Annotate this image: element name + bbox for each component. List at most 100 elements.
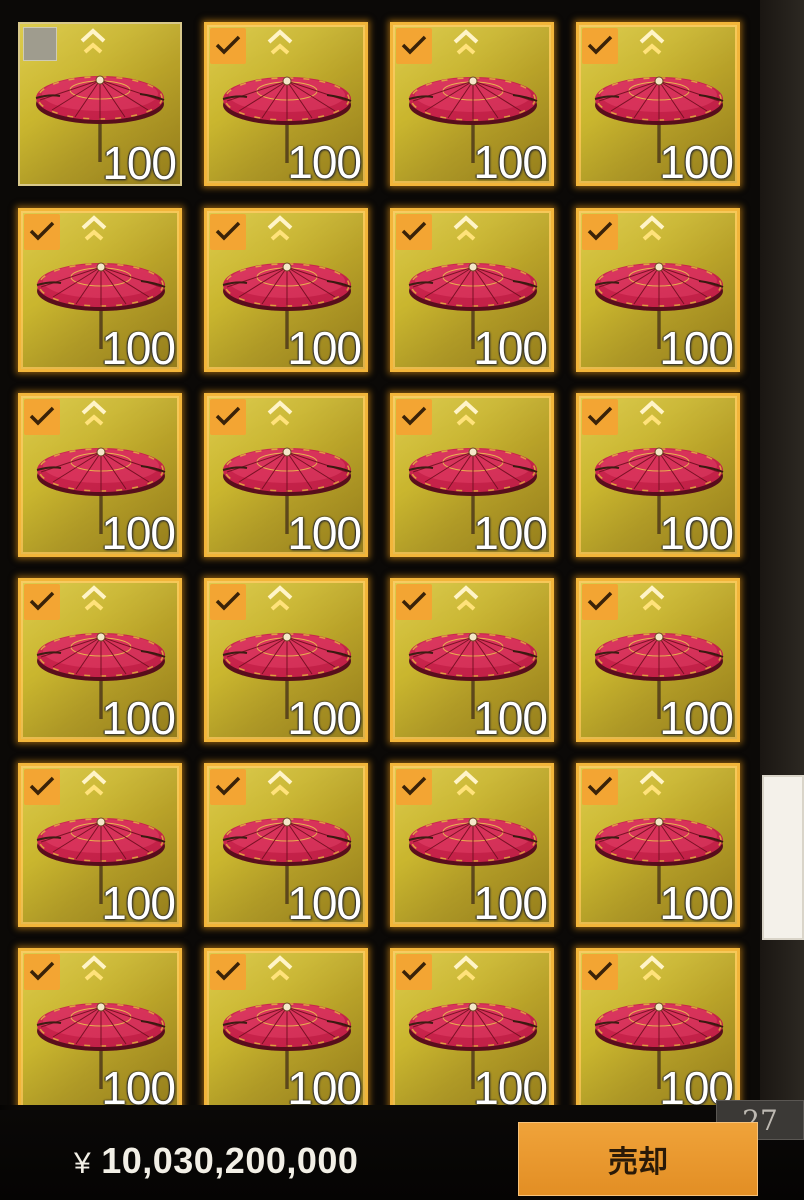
item-quantity: 100 xyxy=(659,692,734,742)
item-quantity: 100 xyxy=(473,877,548,927)
checkmark-icon xyxy=(587,961,613,981)
item-quantity: 100 xyxy=(473,507,548,557)
selection-checkbox[interactable] xyxy=(24,214,60,250)
selection-checkbox[interactable] xyxy=(396,769,432,805)
checkmark-icon xyxy=(401,406,427,426)
checkmark-icon xyxy=(215,961,241,981)
inventory-slot[interactable]: 100 xyxy=(204,208,368,372)
checkmark-icon xyxy=(29,221,55,241)
double-chevron-up-icon xyxy=(453,770,479,796)
checkmark-icon xyxy=(587,776,613,796)
double-chevron-up-icon xyxy=(639,400,665,426)
selection-checkbox[interactable] xyxy=(24,399,60,435)
selection-checkbox[interactable] xyxy=(24,954,60,990)
double-chevron-up-icon xyxy=(267,955,293,981)
selection-checkbox[interactable] xyxy=(396,954,432,990)
selection-checkbox[interactable] xyxy=(396,584,432,620)
item-quantity: 100 xyxy=(101,1062,176,1105)
checkmark-icon xyxy=(215,35,241,55)
inventory-slot[interactable]: 100 xyxy=(390,393,554,557)
selection-checkbox[interactable] xyxy=(23,27,57,61)
checkmark-icon xyxy=(29,406,55,426)
item-quantity: 100 xyxy=(287,507,362,557)
double-chevron-up-icon xyxy=(267,585,293,611)
inventory-slot[interactable]: 100 xyxy=(204,578,368,742)
item-quantity: 100 xyxy=(287,877,362,927)
selection-checkbox[interactable] xyxy=(396,28,432,64)
item-quantity: 100 xyxy=(101,692,176,742)
checkmark-icon xyxy=(587,406,613,426)
selection-checkbox[interactable] xyxy=(582,214,618,250)
selection-checkbox[interactable] xyxy=(24,769,60,805)
item-quantity: 100 xyxy=(659,507,734,557)
sell-button-label: 売却 xyxy=(608,1145,668,1180)
checkmark-icon xyxy=(29,776,55,796)
selection-checkbox[interactable] xyxy=(582,28,618,64)
selection-checkbox[interactable] xyxy=(396,399,432,435)
double-chevron-up-icon xyxy=(80,28,106,54)
scrollbar-thumb[interactable] xyxy=(762,775,804,940)
checkmark-icon xyxy=(29,591,55,611)
selection-checkbox[interactable] xyxy=(582,769,618,805)
yen-symbol: ¥ xyxy=(74,1147,92,1180)
checkmark-icon xyxy=(587,591,613,611)
inventory-slot[interactable]: 100 xyxy=(576,763,740,927)
checkmark-icon xyxy=(215,591,241,611)
double-chevron-up-icon xyxy=(453,215,479,241)
selection-checkbox[interactable] xyxy=(582,584,618,620)
checkmark-icon xyxy=(401,35,427,55)
selection-checkbox[interactable] xyxy=(210,28,246,64)
inventory-slot[interactable]: 100 xyxy=(204,393,368,557)
item-quantity: 100 xyxy=(101,877,176,927)
selection-checkbox[interactable] xyxy=(210,584,246,620)
inventory-slot[interactable]: 100 xyxy=(18,22,182,186)
inventory-slot[interactable]: 100 xyxy=(18,948,182,1105)
checkmark-icon xyxy=(401,221,427,241)
sell-button[interactable]: 売却 xyxy=(518,1122,758,1196)
double-chevron-up-icon xyxy=(81,955,107,981)
checkmark-icon xyxy=(29,961,55,981)
inventory-slot[interactable]: 100 xyxy=(576,948,740,1105)
checkmark-icon xyxy=(401,961,427,981)
selection-checkbox[interactable] xyxy=(582,399,618,435)
double-chevron-up-icon xyxy=(81,215,107,241)
item-quantity: 100 xyxy=(287,322,362,372)
inventory-slot[interactable]: 100 xyxy=(576,578,740,742)
inventory-slot[interactable]: 100 xyxy=(576,208,740,372)
checkmark-icon xyxy=(215,406,241,426)
double-chevron-up-icon xyxy=(267,29,293,55)
selection-checkbox[interactable] xyxy=(210,954,246,990)
item-quantity: 100 xyxy=(102,137,177,186)
inventory-slot[interactable]: 100 xyxy=(390,578,554,742)
inventory-slot[interactable]: 100 xyxy=(204,948,368,1105)
double-chevron-up-icon xyxy=(267,215,293,241)
selection-checkbox[interactable] xyxy=(24,584,60,620)
selection-checkbox[interactable] xyxy=(210,399,246,435)
double-chevron-up-icon xyxy=(267,770,293,796)
inventory-slot[interactable]: 100 xyxy=(576,393,740,557)
inventory-slot[interactable]: 100 xyxy=(390,948,554,1105)
inventory-slot[interactable]: 100 xyxy=(390,763,554,927)
item-quantity: 100 xyxy=(659,136,734,186)
inventory-slot[interactable]: 100 xyxy=(18,208,182,372)
inventory-slot[interactable]: 100 xyxy=(390,22,554,186)
inventory-slot[interactable]: 100 xyxy=(204,763,368,927)
inventory-slot[interactable]: 100 xyxy=(576,22,740,186)
inventory-slot[interactable]: 100 xyxy=(18,578,182,742)
selection-checkbox[interactable] xyxy=(582,954,618,990)
inventory-slot[interactable]: 100 xyxy=(390,208,554,372)
double-chevron-up-icon xyxy=(453,585,479,611)
double-chevron-up-icon xyxy=(453,29,479,55)
inventory-slot[interactable]: 100 xyxy=(204,22,368,186)
item-quantity: 100 xyxy=(659,877,734,927)
checkmark-icon xyxy=(215,221,241,241)
selection-checkbox[interactable] xyxy=(210,769,246,805)
item-quantity: 100 xyxy=(287,1062,362,1105)
double-chevron-up-icon xyxy=(639,29,665,55)
inventory-slot[interactable]: 100 xyxy=(18,763,182,927)
selection-checkbox[interactable] xyxy=(396,214,432,250)
double-chevron-up-icon xyxy=(639,955,665,981)
double-chevron-up-icon xyxy=(639,585,665,611)
selection-checkbox[interactable] xyxy=(210,214,246,250)
inventory-slot[interactable]: 100 xyxy=(18,393,182,557)
